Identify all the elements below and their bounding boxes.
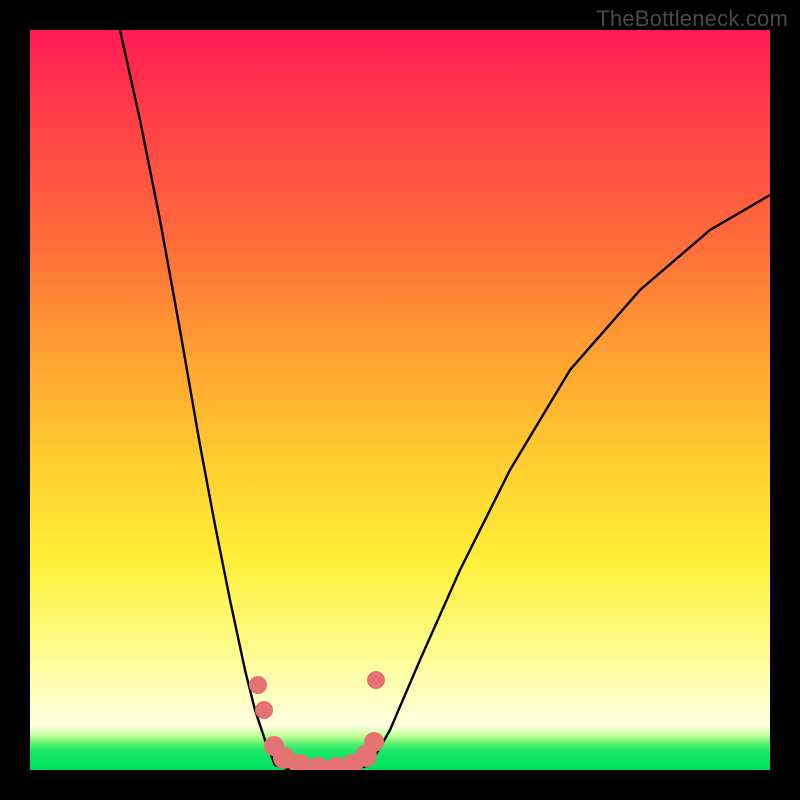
valley-dots [249, 671, 385, 770]
valley-dot [364, 732, 384, 752]
bottleneck-curve [120, 30, 770, 770]
chart-svg [30, 30, 770, 770]
plot-area [30, 30, 770, 770]
watermark-label: TheBottleneck.com [596, 6, 788, 32]
valley-dot [255, 701, 273, 719]
chart-frame: TheBottleneck.com [0, 0, 800, 800]
valley-dot [367, 671, 385, 689]
valley-dot [249, 676, 267, 694]
curve-path [120, 30, 770, 770]
